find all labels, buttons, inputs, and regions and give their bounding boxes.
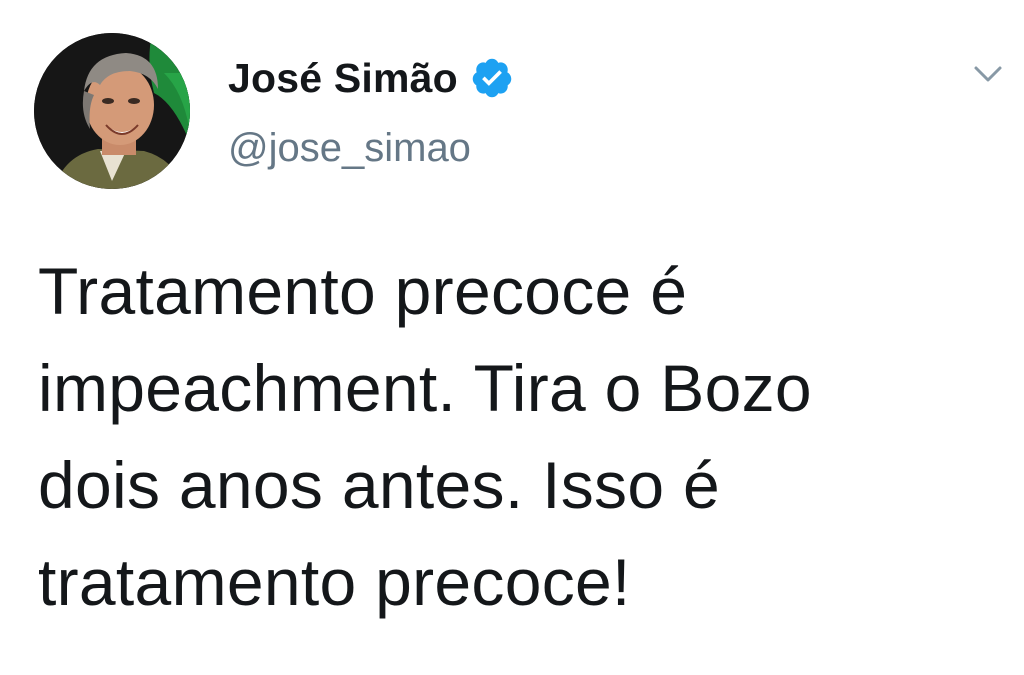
tweet-card: José Simão @jose_simao Tratamento precoc… (0, 0, 1024, 675)
author-row: José Simão (228, 50, 514, 106)
avatar[interactable] (34, 33, 190, 189)
verified-badge-icon (470, 56, 514, 100)
author-name[interactable]: José Simão (228, 55, 458, 102)
tweet-text: Tratamento precoce é impeachment. Tira o… (38, 254, 812, 619)
avatar-image (34, 33, 190, 189)
chevron-down-icon[interactable] (970, 60, 1006, 90)
author-handle[interactable]: @jose_simao (228, 126, 471, 171)
